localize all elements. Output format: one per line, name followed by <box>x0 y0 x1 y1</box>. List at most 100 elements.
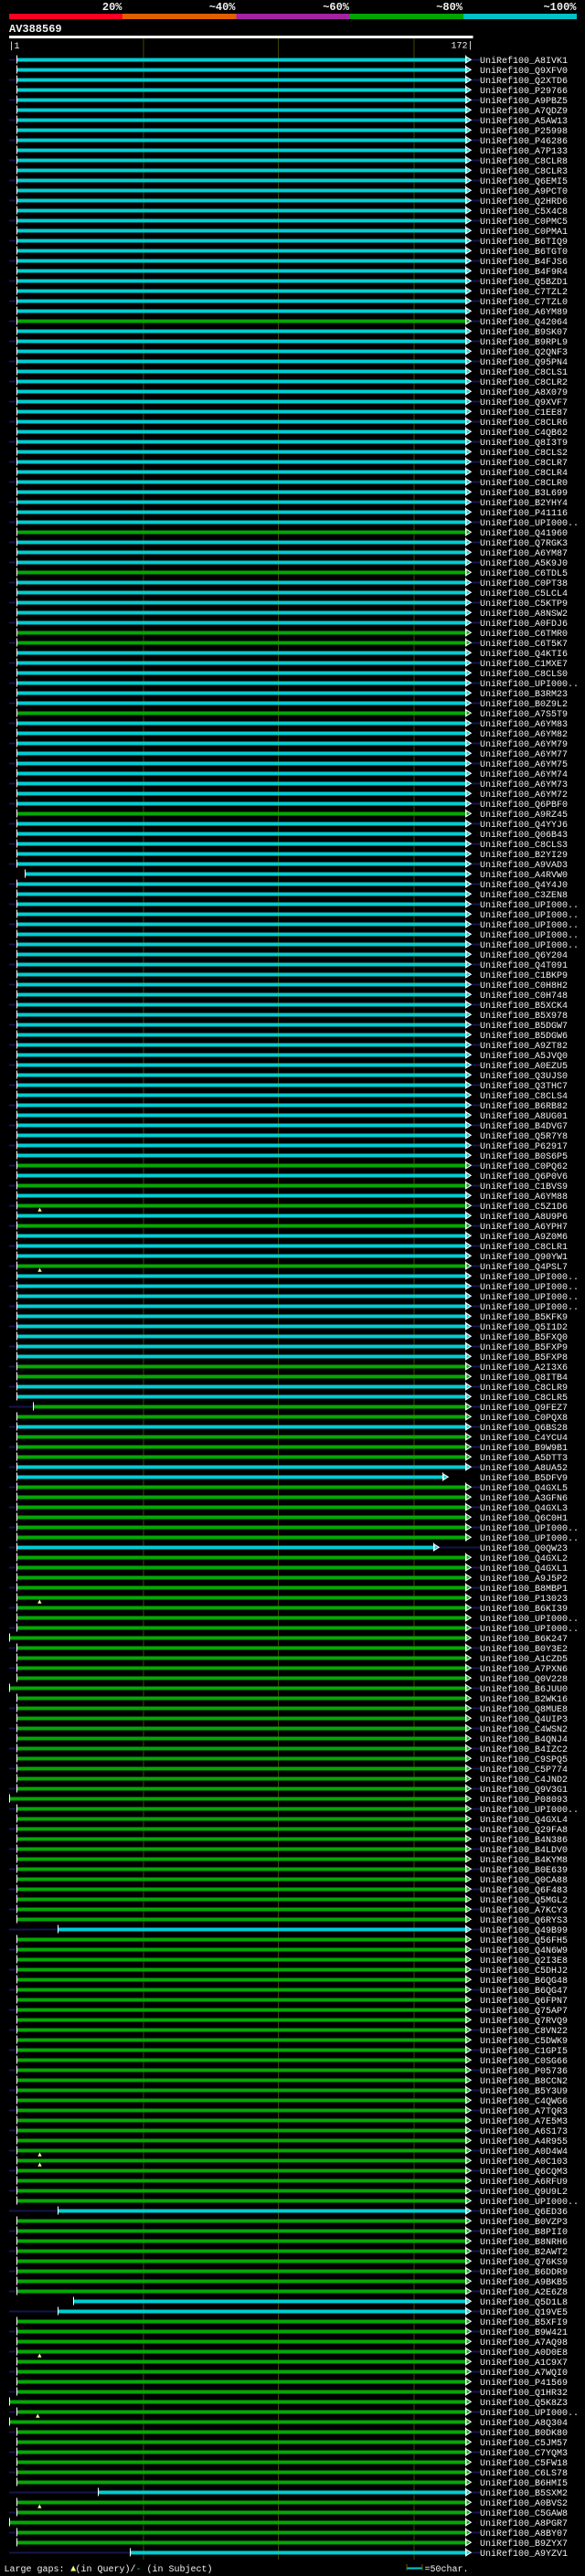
svg-text:UniRef100_P62917: UniRef100_P62917 <box>480 1141 568 1152</box>
svg-text:UniRef100_C6TMR0: UniRef100_C6TMR0 <box>480 629 568 640</box>
svg-text:UniRef100_C5DWK9: UniRef100_C5DWK9 <box>480 2036 568 2047</box>
svg-text:UniRef100_UPI000..: UniRef100_UPI000.. <box>480 518 579 529</box>
svg-text:UniRef100_A6YM87: UniRef100_A6YM87 <box>480 548 568 559</box>
svg-text:UniRef100_A1CZD5: UniRef100_A1CZD5 <box>480 1654 568 1665</box>
svg-text:UniRef100_A7S5T9: UniRef100_A7S5T9 <box>480 709 568 720</box>
svg-text:UniRef100_B5FXP8: UniRef100_B5FXP8 <box>480 1352 568 1363</box>
svg-text:UniRef100_C7YQM3: UniRef100_C7YQM3 <box>480 2448 568 2459</box>
svg-text:UniRef100_C0PT38: UniRef100_C0PT38 <box>480 578 568 589</box>
svg-text:UniRef100_A6YM77: UniRef100_A6YM77 <box>480 749 568 760</box>
svg-text:UniRef100_B9W421: UniRef100_B9W421 <box>480 2327 568 2338</box>
svg-text:UniRef100_A2E6Z8: UniRef100_A2E6Z8 <box>480 2287 568 2298</box>
svg-text:UniRef100_Q9V3G1: UniRef100_Q9V3G1 <box>480 1785 568 1796</box>
svg-text:UniRef100_Q2HRD6: UniRef100_Q2HRD6 <box>480 196 568 207</box>
svg-text:UniRef100_A4R955: UniRef100_A4R955 <box>480 2136 568 2147</box>
svg-text:UniRef100_A1C9X7: UniRef100_A1C9X7 <box>480 2358 568 2369</box>
svg-text:~60%: ~60% <box>323 1 350 14</box>
svg-text:UniRef100_Q0V228: UniRef100_Q0V228 <box>480 1674 568 1685</box>
svg-text:UniRef100_Q6BS28: UniRef100_Q6BS28 <box>480 1423 568 1434</box>
svg-text:UniRef100_C1BVS9: UniRef100_C1BVS9 <box>480 1182 568 1193</box>
svg-text:UniRef100_Q6EMI5: UniRef100_Q6EMI5 <box>480 176 568 187</box>
svg-text:UniRef100_A6YM88: UniRef100_A6YM88 <box>480 1192 568 1203</box>
svg-text:UniRef100_C0PQX8: UniRef100_C0PQX8 <box>480 1413 568 1424</box>
svg-text:UniRef100_C5Z1D6: UniRef100_C5Z1D6 <box>480 1202 568 1213</box>
svg-text:UniRef100_C5LCL4: UniRef100_C5LCL4 <box>480 588 568 599</box>
svg-text:UniRef100_B2YI29: UniRef100_B2YI29 <box>480 850 568 861</box>
svg-text:UniRef100_B8CCN2: UniRef100_B8CCN2 <box>480 2076 568 2087</box>
svg-text:UniRef100_UPI000..: UniRef100_UPI000.. <box>480 900 579 911</box>
svg-text:UniRef100_B5FXQ0: UniRef100_B5FXQ0 <box>480 1332 568 1343</box>
svg-text:UniRef100_B8NRH6: UniRef100_B8NRH6 <box>480 2237 568 2248</box>
svg-text:UniRef100_C5JM57: UniRef100_C5JM57 <box>480 2438 568 2449</box>
svg-text:UniRef100_C0SG66: UniRef100_C0SG66 <box>480 2056 568 2067</box>
svg-text:UniRef100_C5KTP9: UniRef100_C5KTP9 <box>480 599 568 610</box>
svg-text:UniRef100_Q6ED36: UniRef100_Q6ED36 <box>480 2207 568 2218</box>
svg-text:UniRef100_Q6C0H1: UniRef100_Q6C0H1 <box>480 1513 568 1524</box>
svg-text:UniRef100_P13023: UniRef100_P13023 <box>480 1594 568 1605</box>
svg-text:UniRef100_Q8I3T9: UniRef100_Q8I3T9 <box>480 438 568 449</box>
svg-text:UniRef100_Q4N6W9: UniRef100_Q4N6W9 <box>480 1945 568 1956</box>
svg-text:UniRef100_C8CLS4: UniRef100_C8CLS4 <box>480 1091 568 1102</box>
svg-text:UniRef100_B8PII0: UniRef100_B8PII0 <box>480 2227 568 2238</box>
svg-text:UniRef100_Q6CQM3: UniRef100_Q6CQM3 <box>480 2167 568 2178</box>
svg-text:UniRef100_B9RPL9: UniRef100_B9RPL9 <box>480 337 568 348</box>
svg-text:UniRef100_A6YM75: UniRef100_A6YM75 <box>480 759 568 770</box>
svg-text:UniRef100_C4JND2: UniRef100_C4JND2 <box>480 1775 568 1786</box>
svg-text:UniRef100_C9SPQ5: UniRef100_C9SPQ5 <box>480 1754 568 1765</box>
svg-text:UniRef100_UPI000..: UniRef100_UPI000.. <box>480 1805 579 1816</box>
svg-text:UniRef100_B6DDR9: UniRef100_B6DDR9 <box>480 2267 568 2278</box>
svg-text:UniRef100_Q29FA8: UniRef100_Q29FA8 <box>480 1825 568 1836</box>
svg-text:UniRef100_Q49B99: UniRef100_Q49B99 <box>480 1925 568 1936</box>
svg-text:UniRef100_Q4GXL3: UniRef100_Q4GXL3 <box>480 1503 568 1514</box>
svg-text:UniRef100_Q76KS9: UniRef100_Q76KS9 <box>480 2257 568 2268</box>
svg-text:UniRef100_B0E639: UniRef100_B0E639 <box>480 1865 568 1876</box>
svg-text:UniRef100_B4DVG7: UniRef100_B4DVG7 <box>480 1121 568 1132</box>
svg-text:UniRef100_A0BVS2: UniRef100_A0BVS2 <box>480 2498 568 2509</box>
svg-text:UniRef100_A9J5P2: UniRef100_A9J5P2 <box>480 1574 568 1585</box>
svg-text:UniRef100_C1MXE7: UniRef100_C1MXE7 <box>480 659 568 670</box>
svg-text:UniRef100_B6KI39: UniRef100_B6KI39 <box>480 1604 568 1615</box>
svg-text:Large gaps:: Large gaps: <box>5 2565 65 2575</box>
svg-text:-: - <box>136 2565 142 2575</box>
svg-text:UniRef100_C1GPI5: UniRef100_C1GPI5 <box>480 2046 568 2057</box>
svg-text:UniRef100_A8NSW2: UniRef100_A8NSW2 <box>480 609 568 620</box>
svg-text:UniRef100_A9BKB5: UniRef100_A9BKB5 <box>480 2277 568 2288</box>
svg-text:UniRef100_UPI000..: UniRef100_UPI000.. <box>480 1282 579 1293</box>
svg-text:UniRef100_UPI000..: UniRef100_UPI000.. <box>480 910 579 921</box>
svg-text:UniRef100_Q4GXL2: UniRef100_Q4GXL2 <box>480 1553 568 1564</box>
svg-text:UniRef100_A9RZ45: UniRef100_A9RZ45 <box>480 810 568 821</box>
svg-text:UniRef100_B4LDV0: UniRef100_B4LDV0 <box>480 1845 568 1856</box>
svg-text:UniRef100_C7TZL2: UniRef100_C7TZL2 <box>480 287 568 298</box>
svg-text:UniRef100_B4N386: UniRef100_B4N386 <box>480 1835 568 1846</box>
svg-text:UniRef100_B4QNJ4: UniRef100_B4QNJ4 <box>480 1734 568 1745</box>
svg-text:UniRef100_Q4GXL5: UniRef100_Q4GXL5 <box>480 1483 568 1494</box>
svg-text:UniRef100_B0DK80: UniRef100_B0DK80 <box>480 2428 568 2439</box>
svg-text:UniRef100_B9SK07: UniRef100_B9SK07 <box>480 327 568 338</box>
svg-text:UniRef100_Q4T091: UniRef100_Q4T091 <box>480 960 568 971</box>
svg-text:UniRef100_P41116: UniRef100_P41116 <box>480 508 568 519</box>
svg-text:UniRef100_P05736: UniRef100_P05736 <box>480 2066 568 2077</box>
svg-text:UniRef100_Q9XFV0: UniRef100_Q9XFV0 <box>480 66 568 77</box>
svg-text:UniRef100_UPI000..: UniRef100_UPI000.. <box>480 2408 579 2419</box>
svg-text:UniRef100_Q75AP7: UniRef100_Q75AP7 <box>480 2006 568 2017</box>
svg-text:UniRef100_Q6F483: UniRef100_Q6F483 <box>480 1885 568 1896</box>
svg-text:UniRef100_C8CLR2: UniRef100_C8CLR2 <box>480 377 568 388</box>
svg-text:UniRef100_UPI000..: UniRef100_UPI000.. <box>480 1302 579 1313</box>
svg-text:UniRef100_C0PMA1: UniRef100_C0PMA1 <box>480 227 568 238</box>
svg-text:UniRef100_C5X4C8: UniRef100_C5X4C8 <box>480 207 568 217</box>
svg-text:UniRef100_Q4UIP3: UniRef100_Q4UIP3 <box>480 1714 568 1725</box>
svg-text:UniRef100_B0Z9L2: UniRef100_B0Z9L2 <box>480 699 568 710</box>
svg-text:UniRef100_B5FXP9: UniRef100_B5FXP9 <box>480 1342 568 1353</box>
svg-text:UniRef100_A8Q304: UniRef100_A8Q304 <box>480 2418 568 2429</box>
svg-text:UniRef100_B5DGW7: UniRef100_B5DGW7 <box>480 1021 568 1032</box>
svg-text:(in Query)/: (in Query)/ <box>76 2564 136 2575</box>
svg-text:UniRef100_B2WK16: UniRef100_B2WK16 <box>480 1694 568 1705</box>
svg-text:UniRef100_A0C103: UniRef100_A0C103 <box>480 2157 568 2168</box>
svg-text:UniRef100_Q5MGL2: UniRef100_Q5MGL2 <box>480 1895 568 1906</box>
svg-text:UniRef100_B3L699: UniRef100_B3L699 <box>480 488 568 499</box>
svg-text:UniRef100_Q42064: UniRef100_Q42064 <box>480 317 568 328</box>
svg-text:UniRef100_B4KYM8: UniRef100_B4KYM8 <box>480 1855 568 1866</box>
svg-text:UniRef100_C8CLR5: UniRef100_C8CLR5 <box>480 1393 568 1404</box>
svg-text:UniRef100_C8CLR7: UniRef100_C8CLR7 <box>480 458 568 469</box>
svg-text:UniRef100_C6TDL5: UniRef100_C6TDL5 <box>480 568 568 579</box>
